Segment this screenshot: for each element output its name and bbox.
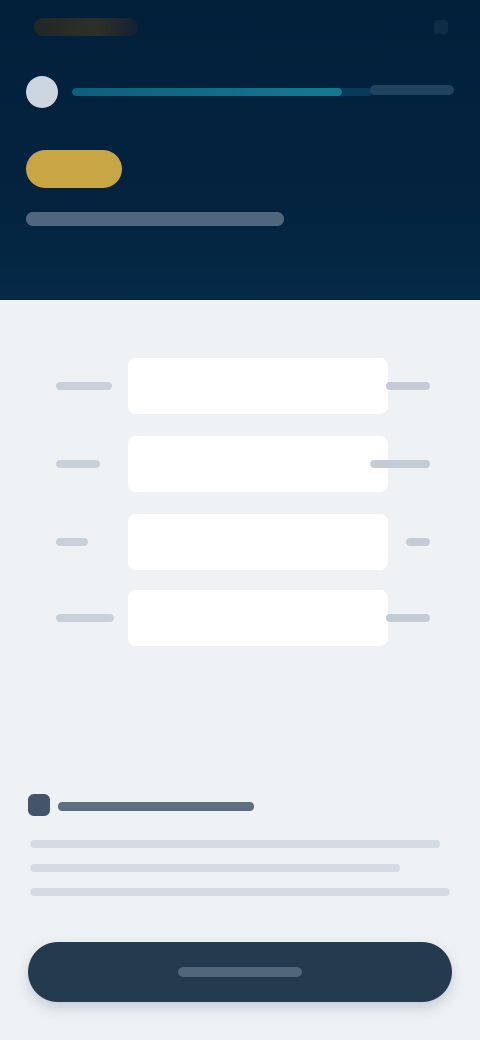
progress-bar (72, 88, 372, 96)
info-icon (28, 794, 50, 816)
header (0, 0, 480, 300)
progress-fill (72, 88, 342, 96)
consent-text-line (30, 864, 400, 872)
page-title (26, 204, 286, 234)
field-label (56, 378, 112, 394)
text-input-1[interactable] (128, 358, 388, 414)
form-field-4 (40, 590, 440, 646)
field-value (370, 456, 430, 472)
form-field-1 (40, 358, 440, 414)
field-label (56, 534, 88, 550)
avatar-icon[interactable] (26, 76, 58, 108)
form-field-3 (40, 514, 440, 570)
status-badge (26, 150, 122, 188)
progress-label (370, 83, 454, 97)
consent-header (24, 790, 456, 822)
field-label (56, 610, 114, 626)
consent-title (58, 798, 258, 814)
consent-section (24, 790, 456, 920)
text-input-2[interactable] (128, 436, 388, 492)
battery-icon (434, 20, 448, 34)
form-field-2 (40, 436, 440, 492)
consent-text-line (30, 888, 450, 896)
field-value (386, 610, 430, 626)
progress-row (24, 72, 456, 112)
field-value (406, 534, 430, 550)
field-label (56, 456, 100, 472)
primary-action-button[interactable] (28, 942, 452, 1002)
carrier-label (34, 18, 138, 36)
status-bar (28, 14, 452, 42)
text-input-4[interactable] (128, 590, 388, 646)
form-card (40, 340, 440, 650)
consent-text-line (30, 840, 440, 848)
field-value (386, 378, 430, 394)
text-input-3[interactable] (128, 514, 388, 570)
